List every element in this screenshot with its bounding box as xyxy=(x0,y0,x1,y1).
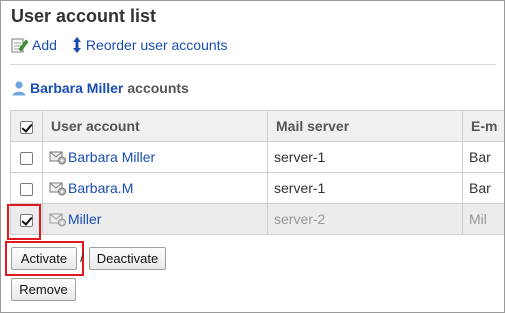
column-header-mail-server: Mail server xyxy=(267,110,463,142)
column-header-user-account: User account xyxy=(42,110,268,142)
reorder-label: Reorder user accounts xyxy=(85,37,228,53)
user-account-link[interactable]: Barbara Miller xyxy=(68,149,155,165)
table-row: Barbara.M server-1 Bar xyxy=(10,172,504,204)
add-icon xyxy=(11,38,29,53)
email-cell: Mil xyxy=(462,203,504,235)
email-cell: Bar xyxy=(462,141,504,173)
mail-account-icon xyxy=(49,182,66,196)
page-frame: User account list Add Reorder user accou… xyxy=(0,0,505,313)
header-divider xyxy=(10,64,496,65)
table-row: Barbara Miller server-1 Bar xyxy=(10,141,504,173)
owner-name[interactable]: Barbara Miller xyxy=(30,80,123,96)
user-account-cell: Miller xyxy=(42,203,268,235)
row-checkbox-cell xyxy=(10,172,43,204)
table-header-row: User account Mail server E-m xyxy=(10,110,504,142)
mail-account-icon xyxy=(49,213,66,227)
reorder-link[interactable]: Reorder user accounts xyxy=(71,36,228,54)
user-account-cell: Barbara Miller xyxy=(42,141,268,173)
mail-server-cell: server-1 xyxy=(267,141,463,173)
table-row: Miller server-2 Mil xyxy=(10,203,504,235)
add-label: Add xyxy=(32,37,57,53)
button-separator: / xyxy=(80,249,84,265)
activate-button[interactable]: Activate xyxy=(11,247,77,270)
row-checkbox-cell xyxy=(10,141,43,173)
user-account-cell: Barbara.M xyxy=(42,172,268,204)
add-link[interactable]: Add xyxy=(11,37,57,53)
user-account-link[interactable]: Miller xyxy=(68,211,101,227)
email-cell: Bar xyxy=(462,172,504,204)
mail-server-cell: server-2 xyxy=(267,203,463,235)
action-bar: Add Reorder user accounts xyxy=(11,36,242,54)
user-account-link[interactable]: Barbara.M xyxy=(68,180,133,196)
user-account-table: User account Mail server E-m Barbara Mil… xyxy=(10,110,504,235)
select-all-checkbox[interactable] xyxy=(20,120,33,134)
user-icon xyxy=(12,81,26,96)
row-checkbox[interactable] xyxy=(20,182,33,196)
mail-server-cell: server-1 xyxy=(267,172,463,204)
deactivate-button[interactable]: Deactivate xyxy=(89,247,166,270)
owner-heading: Barbara Miller accounts xyxy=(11,80,189,96)
row-checkbox[interactable] xyxy=(20,151,33,165)
remove-button[interactable]: Remove xyxy=(11,278,76,301)
mail-account-icon xyxy=(49,151,66,165)
column-header-email: E-m xyxy=(462,110,504,142)
page-title: User account list xyxy=(11,6,157,26)
checkbox-highlight xyxy=(7,204,41,240)
select-all-cell xyxy=(10,110,43,142)
owner-suffix: accounts xyxy=(127,80,189,96)
reorder-icon xyxy=(72,37,81,53)
